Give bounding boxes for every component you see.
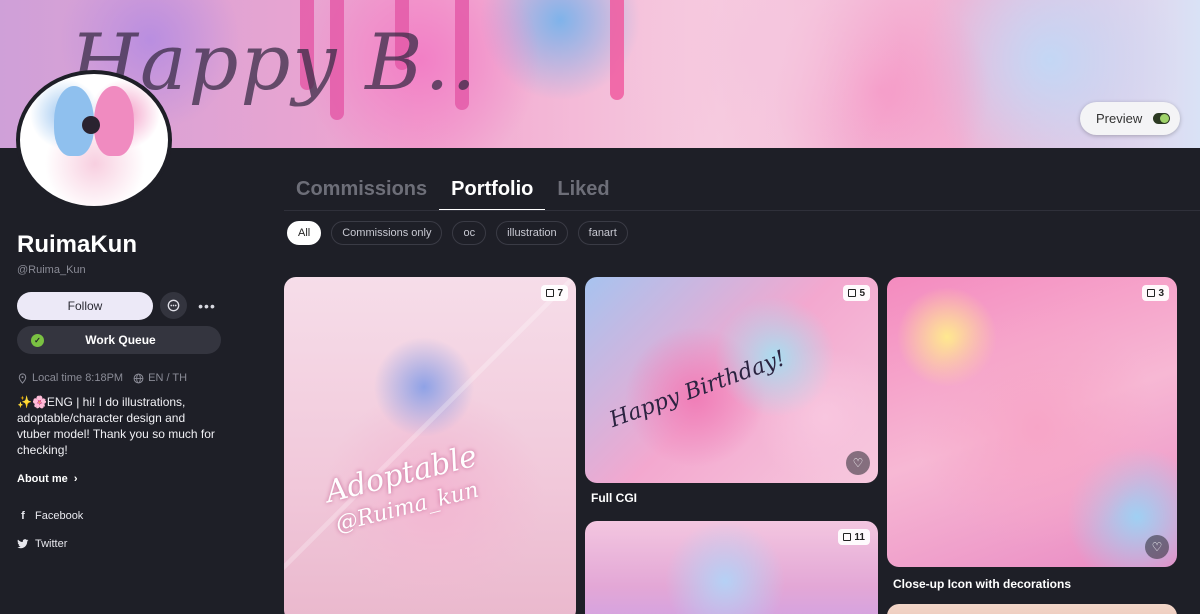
portfolio-card[interactable]: Happy Birthday! 5 ♡: [585, 277, 878, 483]
card-image: [585, 521, 878, 614]
social-label: Facebook: [35, 510, 84, 522]
like-button[interactable]: ♡: [1145, 535, 1169, 559]
about-me-link[interactable]: About me ›: [17, 473, 78, 485]
card-image: Happy Birthday!: [585, 277, 878, 483]
profile-meta: Local time 8:18PM EN / TH: [17, 372, 187, 384]
social-link-twitter[interactable]: Twitter: [17, 538, 67, 550]
toggle-knob: [1160, 114, 1169, 123]
image-count-badge: 5: [843, 285, 870, 301]
image-count-badge: 3: [1142, 285, 1169, 301]
gallery-stack-icon: [843, 533, 852, 541]
avatar[interactable]: [16, 70, 172, 210]
profile-name: RuimaKun: [17, 231, 137, 258]
profile-handle: @Ruima_Kun: [17, 264, 86, 276]
gallery-stack-icon: [1147, 289, 1156, 297]
image-count-badge: 7: [541, 285, 568, 301]
tab-liked[interactable]: Liked: [545, 175, 621, 211]
image-count: 5: [859, 287, 865, 299]
heart-icon: ♡: [852, 456, 864, 470]
social-label: Twitter: [35, 538, 68, 550]
banner-drip: [610, 0, 624, 100]
portfolio-card[interactable]: 11: [585, 521, 878, 614]
more-options-button[interactable]: •••: [196, 292, 218, 319]
card-title[interactable]: Full CGI: [591, 491, 637, 505]
twitter-icon: [17, 539, 29, 549]
about-me-label: About me: [17, 473, 68, 485]
facebook-icon: f: [21, 510, 25, 522]
filter-chip-oc[interactable]: oc: [452, 221, 487, 245]
image-count: 7: [557, 287, 563, 299]
globe-icon: [133, 373, 144, 383]
filter-chip-commissions-only[interactable]: Commissions only: [331, 221, 443, 245]
portfolio-card[interactable]: Adoptable @Ruima_kun 7: [284, 277, 576, 614]
portfolio-card[interactable]: [887, 604, 1177, 614]
image-count-badge: 11: [838, 529, 870, 545]
image-count: 11: [854, 531, 865, 543]
avatar-eye: [82, 116, 100, 134]
gallery-stack-icon: [848, 289, 857, 297]
message-button[interactable]: [160, 292, 187, 319]
profile-bio: ✨🌸ENG | hi! I do illustrations, adoptabl…: [17, 395, 215, 457]
image-count: 3: [1158, 287, 1164, 299]
tabs-divider: [284, 210, 1200, 211]
card-image: Adoptable @Ruima_kun: [284, 277, 576, 614]
avatar-ear-pink: [94, 86, 134, 156]
tab-commissions[interactable]: Commissions: [284, 175, 439, 211]
ellipsis-icon: •••: [198, 297, 216, 314]
filter-chips: All Commissions only oc illustration fan…: [287, 221, 628, 245]
work-queue-button[interactable]: ✓ Work Queue: [17, 326, 221, 354]
toggle-switch[interactable]: [1153, 113, 1170, 124]
card-image: [887, 277, 1177, 567]
follow-button[interactable]: Follow: [17, 292, 153, 320]
languages: EN / TH: [148, 372, 188, 384]
check-shield-icon: ✓: [31, 333, 44, 347]
card-image: [887, 604, 1177, 614]
location-pin-icon: [18, 372, 27, 384]
profile-tabs: Commissions Portfolio Liked: [284, 175, 622, 211]
filter-chip-illustration[interactable]: illustration: [496, 221, 568, 245]
work-queue-label: Work Queue: [85, 333, 156, 347]
heart-icon: ♡: [1151, 540, 1163, 554]
local-time: Local time 8:18PM: [32, 372, 124, 384]
portfolio-card[interactable]: 3 ♡: [887, 277, 1177, 567]
chevron-right-icon: ›: [70, 473, 78, 485]
card-image-text: Happy Birthday!: [606, 346, 789, 433]
preview-toggle[interactable]: Preview: [1080, 102, 1180, 135]
preview-label: Preview: [1096, 111, 1143, 126]
like-button[interactable]: ♡: [846, 451, 870, 475]
gallery-stack-icon: [546, 289, 555, 297]
filter-chip-all[interactable]: All: [287, 221, 322, 245]
social-link-facebook[interactable]: f Facebook: [17, 510, 83, 522]
filter-chip-fanart[interactable]: fanart: [577, 221, 628, 245]
tab-portfolio[interactable]: Portfolio: [439, 175, 546, 211]
chat-bubble-icon: [167, 299, 180, 312]
card-title[interactable]: Close-up Icon with decorations: [893, 577, 1071, 591]
profile-banner: Happy B.. Preview: [0, 0, 1200, 148]
profile-page: Happy B.. Preview RuimaKun @Ruima_Kun Fo…: [0, 0, 1200, 614]
